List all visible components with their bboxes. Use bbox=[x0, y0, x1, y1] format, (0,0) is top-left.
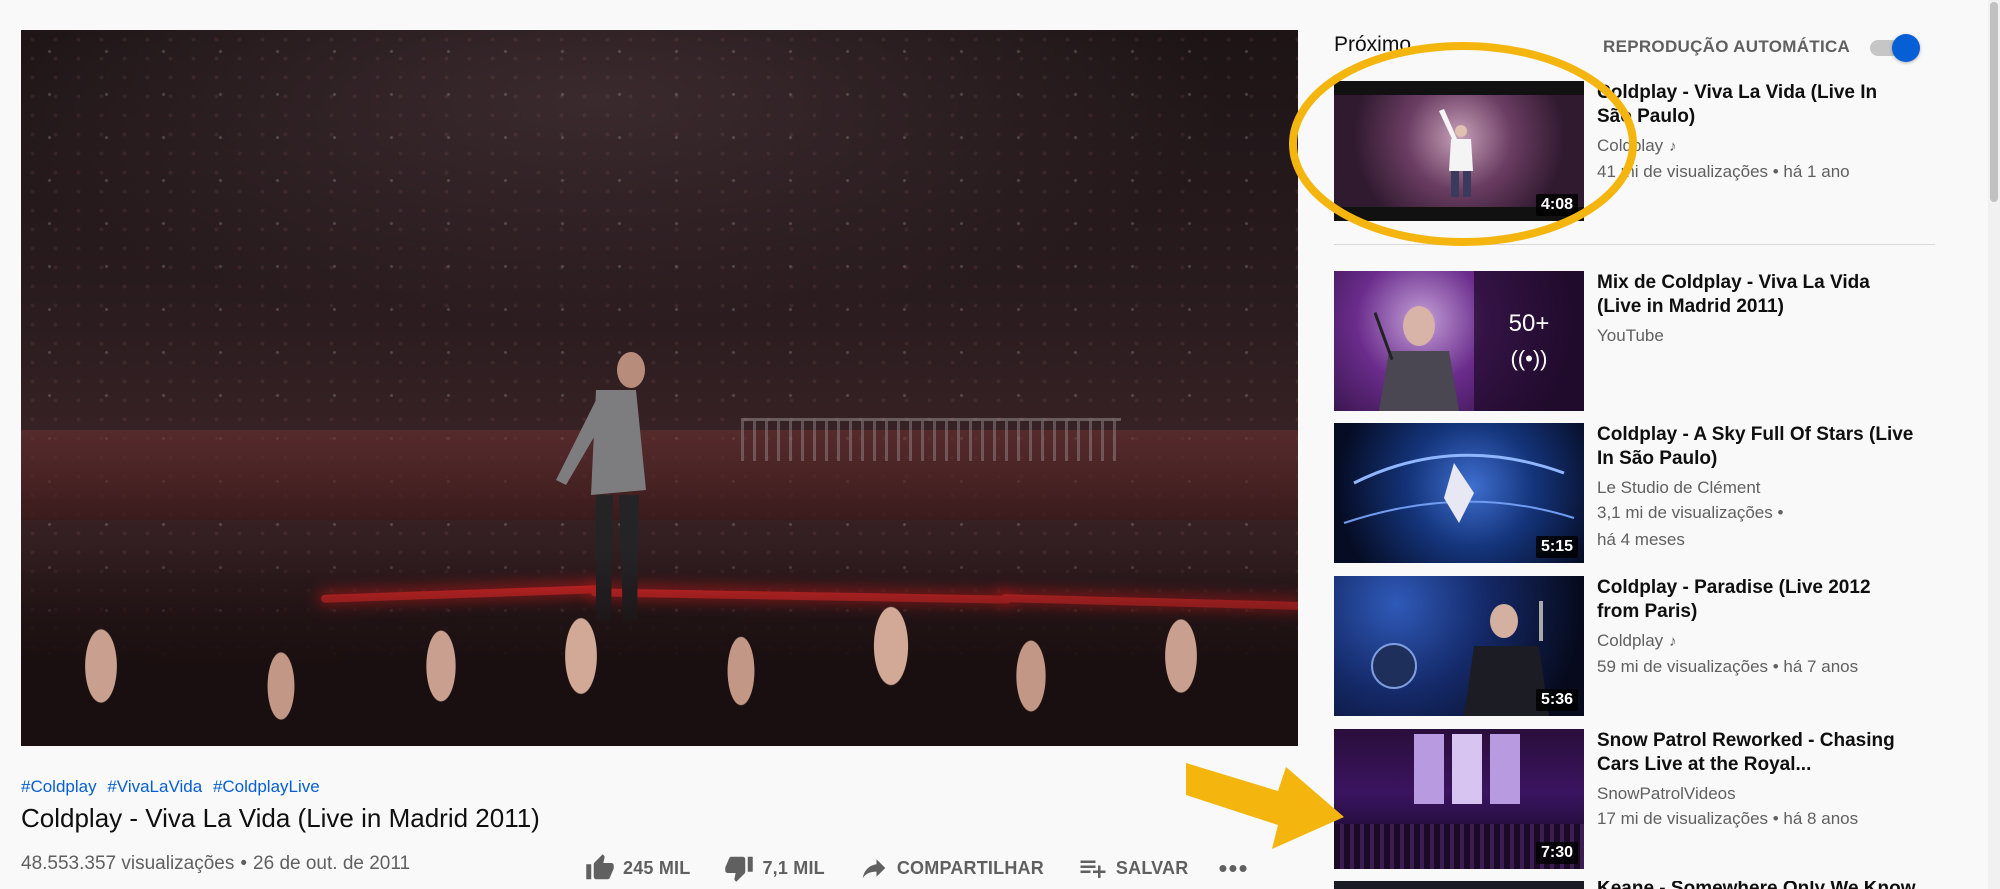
autoplay-label: REPRODUÇÃO AUTOMÁTICA bbox=[1603, 37, 1851, 56]
video-info: Mix de Coldplay - Viva La Vida (Live in … bbox=[1597, 271, 1917, 347]
like-count: 245 MIL bbox=[623, 857, 691, 878]
like-button[interactable]: 245 MIL bbox=[585, 853, 690, 883]
video-info: Coldplay - Paradise (Live 2012 from Pari… bbox=[1597, 576, 1917, 680]
video-stats: 59 mi de visualizações • há 7 anos bbox=[1597, 657, 1859, 676]
video-stats: 41 mi de visualizações • há 1 ano bbox=[1597, 162, 1850, 181]
stage-screen bbox=[1414, 734, 1444, 804]
video-title[interactable]: Coldplay - A Sky Full Of Stars (Live In … bbox=[1597, 423, 1917, 471]
pointer-arrow-icon bbox=[1186, 763, 1344, 849]
video-thumbnail[interactable]: 7:30 bbox=[1334, 729, 1584, 869]
video-title[interactable]: Coldplay - Viva La Vida (Live In São Pau… bbox=[1597, 81, 1917, 129]
video-info: Snow Patrol Reworked - Chasing Cars Live… bbox=[1597, 729, 1917, 832]
video-info: Keane - Somewhere Only We Know bbox=[1597, 881, 1917, 889]
video-player[interactable] bbox=[21, 30, 1298, 746]
hashtag-link[interactable]: #VivaLaVida bbox=[107, 777, 202, 796]
recommended-video[interactable]: 5:36 Coldplay - Paradise (Live 2012 from… bbox=[1334, 576, 1954, 716]
music-note-icon: ♪ bbox=[1669, 138, 1677, 155]
recommended-video[interactable]: 5:15 Coldplay - A Sky Full Of Stars (Liv… bbox=[1334, 423, 1954, 563]
recommended-mix[interactable]: 50+ ((•)) Mix de Coldplay - Viva La Vida… bbox=[1334, 271, 1954, 411]
video-title[interactable]: Keane - Somewhere Only We Know bbox=[1597, 881, 1917, 889]
stage-screen bbox=[1490, 734, 1520, 804]
share-button[interactable]: COMPARTILHAR bbox=[859, 853, 1044, 883]
duration-badge: 5:15 bbox=[1535, 536, 1578, 558]
channel-name[interactable]: SnowPatrolVideos bbox=[1597, 783, 1917, 805]
dislike-count: 7,1 MIL bbox=[762, 857, 825, 878]
autoplay-toggle[interactable] bbox=[1866, 34, 1922, 62]
video-thumbnail[interactable] bbox=[1334, 881, 1584, 889]
video-title: Coldplay - Viva La Vida (Live in Madrid … bbox=[21, 803, 540, 833]
thumbs-down-icon bbox=[725, 856, 754, 882]
recommended-video[interactable]: Keane - Somewhere Only We Know bbox=[1334, 881, 1954, 889]
hashtag-link[interactable]: #ColdplayLive bbox=[213, 777, 320, 796]
channel-name[interactable]: Coldplay ♪ bbox=[1597, 630, 1917, 653]
mix-count: 50+ bbox=[1508, 310, 1550, 337]
hashtag-link[interactable]: #Coldplay bbox=[21, 777, 97, 796]
video-meta: 48.553.357 visualizações • 26 de out. de 2… bbox=[21, 853, 410, 875]
share-label: COMPARTILHAR bbox=[896, 857, 1044, 878]
video-thumbnail[interactable]: 5:15 bbox=[1334, 423, 1584, 563]
more-actions-button[interactable]: ••• bbox=[1218, 853, 1248, 883]
channel-name[interactable]: Coldplay ♪ bbox=[1597, 135, 1917, 158]
share-arrow-icon bbox=[862, 859, 886, 878]
duration-badge: 5:36 bbox=[1535, 689, 1578, 711]
meta-separator: • bbox=[240, 853, 248, 874]
page-scrollbar[interactable] bbox=[1988, 0, 2000, 889]
save-button[interactable]: SALVAR bbox=[1078, 853, 1189, 883]
duration-badge: 7:30 bbox=[1535, 842, 1578, 864]
video-stats: 3,1 mi de visualizações • bbox=[1597, 503, 1784, 522]
channel-name[interactable]: Le Studio de Clément bbox=[1597, 477, 1917, 499]
stage-barrier bbox=[741, 418, 1121, 461]
mix-overlay: 50+ ((•)) bbox=[1474, 271, 1584, 411]
performer-figure bbox=[1374, 306, 1459, 411]
broadcast-icon: ((•)) bbox=[1510, 346, 1548, 371]
highlight-ellipse bbox=[1289, 42, 1637, 246]
music-note-icon: ♪ bbox=[1669, 633, 1677, 650]
dislike-button[interactable]: 7,1 MIL bbox=[724, 853, 825, 883]
publish-date: 26 de out. de 2011 bbox=[253, 853, 411, 874]
video-actions: 245 MIL 7,1 MIL COMPARTILHAR SALVAR ••• bbox=[585, 851, 1248, 885]
video-age: há 4 meses bbox=[1597, 530, 1685, 549]
channel-name-text: Coldplay bbox=[1597, 631, 1664, 650]
hashtag-list: #Coldplay #VivaLaVida #ColdplayLive bbox=[21, 777, 326, 797]
mix-thumbnail[interactable]: 50+ ((•)) bbox=[1334, 271, 1584, 411]
scrollbar-thumb[interactable] bbox=[1990, 2, 1998, 202]
video-info: Coldplay - A Sky Full Of Stars (Live In … bbox=[1597, 423, 1917, 553]
playlist-add-icon bbox=[1080, 860, 1106, 878]
recommended-video[interactable]: 7:30 Snow Patrol Reworked - Chasing Cars… bbox=[1334, 729, 1954, 869]
save-label: SALVAR bbox=[1115, 857, 1189, 878]
stage-screen bbox=[1452, 734, 1482, 804]
video-thumbnail[interactable]: 5:36 bbox=[1334, 576, 1584, 716]
video-stats: 17 mi de visualizações • há 8 anos bbox=[1597, 809, 1859, 828]
crowd-hands bbox=[21, 546, 1298, 746]
video-title[interactable]: Coldplay - Paradise (Live 2012 from Pari… bbox=[1597, 576, 1917, 624]
thumbs-up-icon bbox=[586, 854, 614, 880]
view-count: 48.553.357 visualizações bbox=[21, 853, 235, 874]
channel-name[interactable]: YouTube bbox=[1597, 325, 1917, 347]
video-info: Coldplay - Viva La Vida (Live In São Pau… bbox=[1597, 81, 1917, 185]
video-title[interactable]: Mix de Coldplay - Viva La Vida (Live in … bbox=[1597, 271, 1917, 319]
video-title[interactable]: Snow Patrol Reworked - Chasing Cars Live… bbox=[1597, 729, 1917, 777]
toggle-knob bbox=[1892, 34, 1920, 62]
